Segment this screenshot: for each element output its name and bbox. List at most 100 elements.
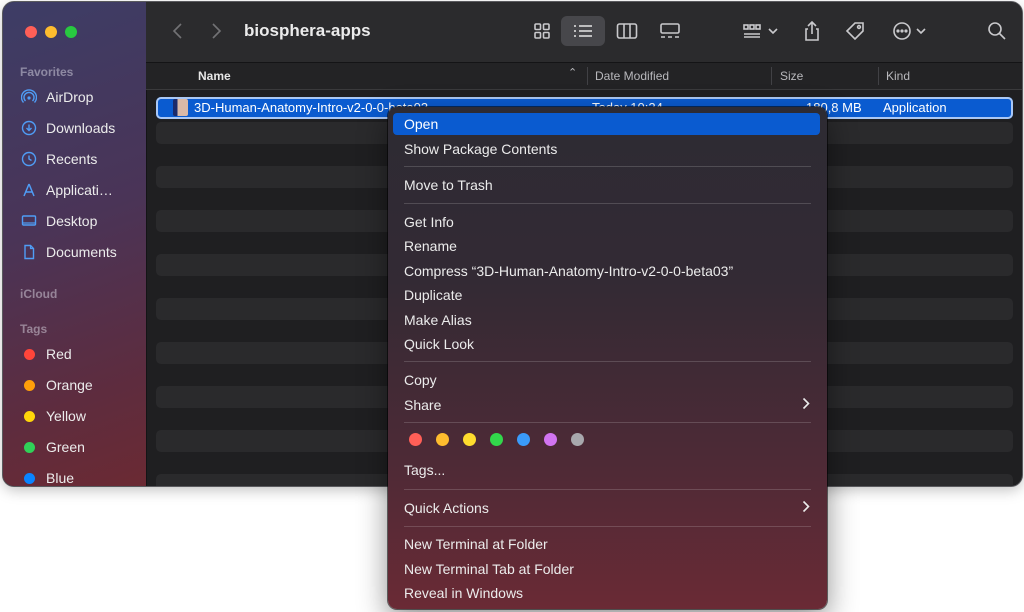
menu-separator	[404, 422, 811, 423]
sidebar-tag-yellow[interactable]: Yellow	[21, 405, 86, 427]
columns-icon	[616, 23, 638, 39]
menu-separator	[404, 489, 811, 490]
sort-ascending-icon: ⌃	[568, 67, 578, 79]
downloads-icon	[21, 120, 37, 136]
purple-tag-color-button[interactable]	[544, 433, 557, 446]
menu-item-compress[interactable]: Compress “3D-Human-Anatomy-Intro-v2-0-0-…	[404, 260, 733, 282]
grid-icon	[534, 23, 550, 39]
sidebar-section-icloud: iCloud	[20, 287, 58, 301]
chevron-right-icon	[212, 23, 222, 39]
tag-icon	[845, 22, 864, 41]
red-tag-dot-icon	[23, 348, 35, 360]
menu-item-new-terminal-tab-at-folder[interactable]: New Terminal Tab at Folder	[404, 558, 574, 580]
zoom-window-button[interactable]	[65, 26, 77, 38]
gray-tag-color-button[interactable]	[571, 433, 584, 446]
menu-item-reveal-in-windows[interactable]: Reveal in Windows	[404, 582, 523, 604]
sidebar-item-label: Recents	[46, 151, 98, 167]
sidebar-item-label: Red	[46, 346, 72, 362]
menu-item-tags[interactable]: Tags...	[404, 459, 445, 481]
app-icon	[173, 99, 188, 116]
sidebar-tag-orange[interactable]: Orange	[21, 374, 93, 396]
chevron-right-icon	[802, 500, 810, 516]
sidebar-section-tags: Tags	[20, 322, 48, 336]
sidebar-item-label: Documents	[46, 244, 117, 260]
menu-item-move-to-trash[interactable]: Move to Trash	[404, 174, 493, 196]
column-size[interactable]: Size	[780, 69, 803, 83]
column-name[interactable]: Name	[198, 69, 231, 83]
file-kind: Application	[883, 100, 947, 115]
documents-icon	[21, 244, 37, 260]
forward-button[interactable]	[206, 16, 226, 46]
menu-item-make-alias[interactable]: Make Alias	[404, 309, 472, 331]
context-menu: Open Show Package Contents Move to Trash…	[388, 107, 827, 609]
chevron-left-icon	[172, 23, 182, 39]
menu-item-open[interactable]: Open	[393, 113, 820, 135]
close-window-button[interactable]	[25, 26, 37, 38]
sidebar-item-label: Green	[46, 439, 85, 455]
blue-tag-dot-icon	[23, 472, 35, 484]
menu-item-copy[interactable]: Copy	[404, 369, 437, 391]
gallery-view-button[interactable]	[654, 16, 686, 46]
back-button[interactable]	[168, 16, 188, 46]
yellow-tag-dot-icon	[23, 410, 35, 422]
sidebar: Favorites AirDrop Downloads Recents Appl…	[3, 2, 147, 486]
share-icon	[805, 20, 819, 41]
sidebar-item-label: Orange	[46, 377, 93, 393]
orange-tag-color-button[interactable]	[436, 433, 449, 446]
sidebar-item-desktop[interactable]: Desktop	[21, 210, 97, 232]
menu-item-show-package-contents[interactable]: Show Package Contents	[404, 138, 557, 160]
search-button[interactable]	[982, 16, 1012, 46]
group-icon	[743, 24, 761, 38]
menu-item-get-info[interactable]: Get Info	[404, 211, 454, 233]
airdrop-icon	[21, 89, 37, 105]
menu-item-quick-actions[interactable]: Quick Actions	[404, 497, 811, 519]
green-tag-color-button[interactable]	[490, 433, 503, 446]
menu-item-label: Share	[404, 397, 442, 413]
group-by-button[interactable]	[739, 16, 781, 46]
sidebar-item-label: Blue	[46, 470, 75, 486]
column-header: Name ⌃ Date Modified Size Kind	[146, 63, 1022, 90]
sidebar-item-documents[interactable]: Documents	[21, 241, 117, 263]
chevron-down-icon	[916, 28, 926, 35]
tag-color-picker	[409, 433, 584, 446]
sidebar-item-applications[interactable]: Applicati…	[21, 179, 113, 201]
blue-tag-color-button[interactable]	[517, 433, 530, 446]
list-view-button[interactable]	[561, 16, 605, 46]
gallery-icon	[660, 23, 680, 38]
menu-item-quick-look[interactable]: Quick Look	[404, 333, 474, 355]
sidebar-item-airdrop[interactable]: AirDrop	[21, 86, 93, 108]
chevron-right-icon	[802, 397, 810, 413]
tags-button[interactable]	[840, 16, 870, 46]
menu-item-share[interactable]: Share	[404, 394, 811, 416]
menu-item-rename[interactable]: Rename	[404, 235, 457, 257]
sidebar-tag-green[interactable]: Green	[21, 436, 85, 458]
menu-separator	[404, 166, 811, 167]
recents-icon	[21, 151, 37, 167]
ellipsis-circle-icon	[893, 22, 911, 40]
sidebar-item-label: Desktop	[46, 213, 98, 229]
menu-separator	[404, 526, 811, 527]
column-view-button[interactable]	[611, 16, 643, 46]
sidebar-tag-blue[interactable]: Blue	[21, 467, 74, 486]
more-actions-button[interactable]	[888, 16, 930, 46]
icon-view-button[interactable]	[526, 16, 558, 46]
menu-item-new-terminal-at-folder[interactable]: New Terminal at Folder	[404, 533, 548, 555]
sidebar-item-label: Downloads	[46, 120, 116, 136]
sidebar-tag-red[interactable]: Red	[21, 343, 72, 365]
sidebar-item-recents[interactable]: Recents	[21, 148, 97, 170]
toolbar: biosphera-apps	[146, 2, 1022, 63]
column-date-modified[interactable]: Date Modified	[595, 69, 669, 83]
red-tag-color-button[interactable]	[409, 433, 422, 446]
sidebar-item-label: Applicati…	[46, 182, 113, 198]
yellow-tag-color-button[interactable]	[463, 433, 476, 446]
menu-separator	[404, 203, 811, 204]
sidebar-item-downloads[interactable]: Downloads	[21, 117, 115, 139]
column-kind[interactable]: Kind	[886, 69, 910, 83]
applications-icon	[21, 182, 37, 198]
list-icon	[574, 25, 592, 37]
share-button[interactable]	[798, 16, 826, 46]
minimize-window-button[interactable]	[45, 26, 57, 38]
green-tag-dot-icon	[23, 441, 35, 453]
orange-tag-dot-icon	[23, 379, 35, 391]
menu-item-duplicate[interactable]: Duplicate	[404, 284, 462, 306]
